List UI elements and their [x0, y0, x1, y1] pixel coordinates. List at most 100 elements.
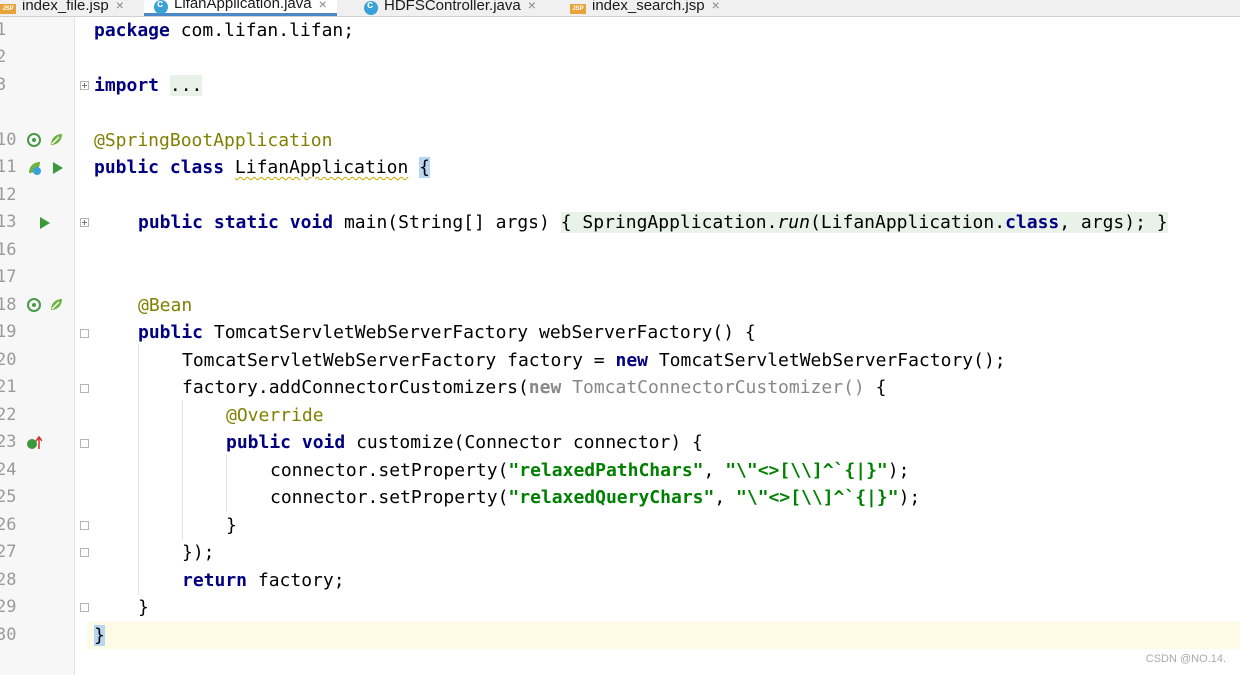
code-line: } — [94, 622, 105, 649]
code-line: return factory; — [182, 567, 345, 594]
spring-leaf-icon[interactable] — [48, 132, 64, 148]
line-number: 22 — [0, 405, 17, 425]
line-number: 1 — [0, 20, 7, 40]
spring-leaf-icon[interactable] — [48, 297, 64, 313]
close-icon[interactable]: × — [528, 0, 536, 13]
code-text: TomcatServletWebServerFactory(); — [658, 350, 1006, 371]
code-line: }); — [182, 542, 215, 563]
brace: { — [875, 377, 887, 398]
tab-index-file[interactable]: JSP index_file.jsp × — [0, 0, 124, 16]
keyword: new — [615, 350, 648, 371]
tab-label: LifanApplication.java — [174, 0, 312, 12]
keyword: public — [138, 212, 204, 233]
line-number: 23 — [0, 432, 17, 452]
fold-end-icon[interactable] — [80, 603, 89, 612]
run-icon[interactable] — [53, 162, 63, 174]
fold-end-icon[interactable] — [80, 548, 89, 557]
code-text: , args); — [1059, 212, 1146, 233]
folded-method-body[interactable]: { SpringApplication.run(LifanApplication… — [560, 212, 1168, 233]
brace: } — [1156, 212, 1168, 233]
code-text: SpringApplication. — [582, 212, 778, 233]
bean-navigation-icon[interactable] — [26, 297, 42, 313]
code-text: TomcatServletWebServerFactory factory = — [182, 350, 616, 371]
folded-imports[interactable]: ... — [169, 75, 203, 96]
line-number: 2 — [0, 47, 7, 67]
line-number: 25 — [0, 487, 17, 507]
fold-collapse-icon[interactable] — [80, 384, 89, 393]
method-signature: main(String[] args) — [343, 212, 550, 233]
string-literal: "\"<>[\\]^`{|}" — [736, 487, 899, 508]
bean-navigation-icon[interactable] — [26, 132, 42, 148]
current-line-highlight — [0, 622, 1240, 649]
matched-brace: } — [94, 625, 105, 646]
code-text: connector.setProperty( — [270, 460, 509, 481]
static-call: run — [777, 212, 810, 233]
code-text: ); — [898, 487, 921, 508]
type-name: TomcatServletWebServerFactory — [213, 322, 529, 343]
keyword: public — [94, 157, 160, 178]
code-line: factory.addConnectorCustomizers(new Tomc… — [182, 374, 886, 401]
line-number: 17 — [0, 267, 17, 287]
spring-boot-icon[interactable] — [26, 160, 42, 176]
fold-column — [75, 17, 87, 675]
line-number: 28 — [0, 570, 17, 590]
string-literal: "relaxedPathChars" — [508, 460, 704, 481]
keyword: public — [138, 322, 204, 343]
method-signature: customize(Connector connector) { — [356, 432, 703, 453]
code-line: connector.setProperty("relaxedPathChars"… — [270, 457, 909, 484]
code-line: import ... — [94, 72, 203, 99]
code-line: package com.lifan.lifan; — [94, 17, 354, 44]
fold-expand-icon[interactable] — [80, 218, 89, 227]
line-number: 10 — [0, 130, 17, 150]
indent-guide — [226, 455, 227, 512]
code-line: TomcatServletWebServerFactory factory = … — [182, 347, 1006, 374]
close-icon[interactable]: × — [319, 0, 327, 12]
keyword: class — [1005, 212, 1060, 233]
tab-lifan-application[interactable]: LifanApplication.java × — [144, 0, 337, 16]
close-icon[interactable]: × — [712, 0, 720, 13]
line-number: 11 — [0, 157, 17, 177]
line-number: 24 — [0, 460, 17, 480]
java-class-icon — [154, 0, 168, 14]
code-text: (LifanApplication. — [809, 212, 1006, 233]
line-number: 21 — [0, 377, 17, 397]
keyword: static — [213, 212, 279, 233]
fold-collapse-icon[interactable] — [80, 329, 89, 338]
indent-guide — [182, 400, 183, 540]
keyword: new — [528, 377, 562, 398]
line-number: 19 — [0, 322, 17, 342]
tab-index-search[interactable]: JSP index_search.jsp × — [570, 0, 720, 16]
keyword: package — [94, 20, 170, 41]
override-method-icon[interactable] — [26, 435, 42, 451]
keyword: void — [301, 432, 346, 453]
keyword: import — [94, 75, 160, 96]
code-line: @SpringBootApplication — [94, 130, 333, 151]
tab-label: HDFSController.java — [384, 0, 521, 14]
code-text: ); — [887, 460, 910, 481]
code-line: public void customize(Connector connecto… — [226, 429, 703, 456]
package-name: com.lifan.lifan; — [169, 20, 355, 41]
code-line: @Bean — [138, 295, 193, 316]
line-number: 3 — [0, 75, 7, 95]
close-icon[interactable]: × — [116, 0, 124, 13]
line-number: 18 — [0, 295, 17, 315]
keyword: return — [182, 570, 248, 591]
code-line: } — [138, 597, 149, 618]
editor-tab-bar: JSP index_file.jsp × LifanApplication.ja… — [0, 0, 1240, 17]
java-class-icon — [364, 0, 378, 15]
fold-collapse-icon[interactable] — [80, 439, 89, 448]
code-line: public static void main(String[] args) {… — [138, 209, 1168, 236]
fold-end-icon[interactable] — [80, 521, 89, 530]
code-line: public class LifanApplication { — [94, 154, 430, 181]
fold-expand-icon[interactable] — [80, 81, 89, 90]
keyword: void — [289, 212, 334, 233]
code-text: , — [703, 460, 726, 481]
jsp-file-icon: JSP — [0, 4, 16, 14]
run-icon[interactable] — [40, 217, 50, 229]
keyword: class — [169, 157, 225, 178]
code-text: factory; — [247, 570, 345, 591]
tab-label: index_search.jsp — [592, 0, 705, 14]
watermark: CSDN @NO.14. — [1145, 653, 1226, 665]
tab-hdfs-controller[interactable]: HDFSController.java × — [364, 0, 536, 16]
code-line: } — [226, 515, 237, 536]
